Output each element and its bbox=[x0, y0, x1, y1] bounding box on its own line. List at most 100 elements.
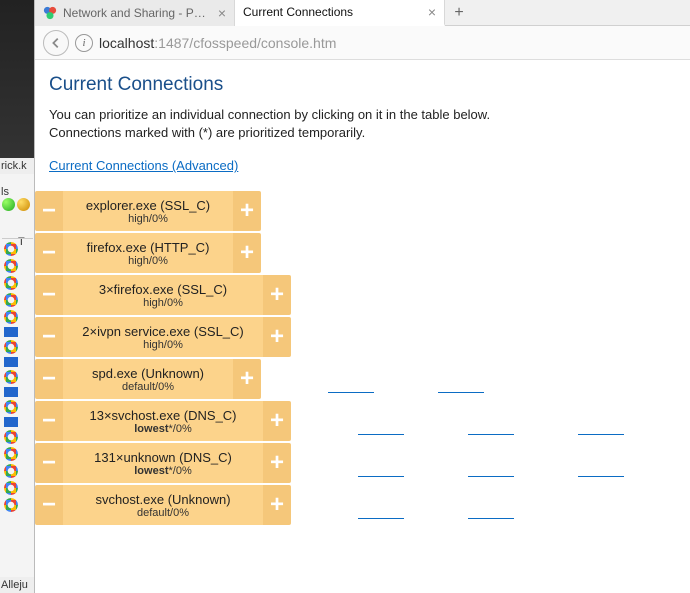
chrome-icon bbox=[4, 464, 18, 478]
increase-priority-button[interactable]: + bbox=[233, 233, 261, 273]
partial-icon bbox=[4, 417, 18, 427]
decrease-priority-button[interactable]: − bbox=[35, 317, 63, 357]
chrome-icon bbox=[4, 259, 18, 273]
arrow-left-icon bbox=[49, 36, 63, 50]
decrease-priority-button[interactable]: − bbox=[35, 401, 63, 441]
partial-text: rick.k bbox=[0, 158, 35, 174]
advanced-link[interactable]: Current Connections (Advanced) bbox=[49, 158, 238, 173]
connection-name: 3×firefox.exe (SSL_C) bbox=[99, 282, 227, 297]
chrome-icon bbox=[4, 498, 18, 512]
chrome-icon bbox=[4, 310, 18, 324]
connection-row: −firefox.exe (HTTP_C)high/0%+ bbox=[35, 233, 678, 273]
partial-icon bbox=[4, 387, 18, 397]
connection-cell[interactable]: svchost.exe (Unknown)default/0% bbox=[63, 485, 263, 525]
connection-cell[interactable]: 131×unknown (DNS_C)lowest*/0% bbox=[63, 443, 263, 483]
page-content: Current Connections You can prioritize a… bbox=[35, 60, 690, 525]
chrome-icon bbox=[4, 370, 18, 384]
connection-cell[interactable]: spd.exe (Unknown)default/0% bbox=[63, 359, 233, 399]
connection-name: 131×unknown (DNS_C) bbox=[94, 450, 232, 465]
tab-title: Current Connections bbox=[243, 5, 422, 19]
address-bar: i localhost:1487/cfosspeed/console.htm bbox=[35, 26, 690, 60]
connection-cell[interactable]: explorer.exe (SSL_C)high/0% bbox=[63, 191, 233, 231]
tab-inactive[interactable]: Network and Sharing - Po… × bbox=[35, 0, 235, 26]
detail-link[interactable] bbox=[351, 485, 411, 525]
tab-title: Network and Sharing - Po… bbox=[63, 6, 212, 20]
connection-meta: high/0% bbox=[143, 339, 183, 351]
decrease-priority-button[interactable]: − bbox=[35, 359, 63, 399]
tab-active[interactable]: Current Connections × bbox=[235, 0, 445, 26]
connection-cell[interactable]: 3×firefox.exe (SSL_C)high/0% bbox=[63, 275, 263, 315]
connection-meta: lowest*/0% bbox=[134, 465, 191, 477]
detail-link[interactable] bbox=[351, 401, 411, 441]
connection-name: 13×svchost.exe (DNS_C) bbox=[89, 408, 236, 423]
favicon-icon bbox=[43, 6, 57, 20]
decrease-priority-button[interactable]: − bbox=[35, 191, 63, 231]
detail-link[interactable] bbox=[461, 401, 521, 441]
decrease-priority-button[interactable]: − bbox=[35, 443, 63, 483]
detail-link[interactable] bbox=[571, 401, 631, 441]
connection-name: svchost.exe (Unknown) bbox=[95, 492, 230, 507]
connection-cell[interactable]: firefox.exe (HTTP_C)high/0% bbox=[63, 233, 233, 273]
chrome-icon bbox=[4, 481, 18, 495]
connection-name: 2×ivpn service.exe (SSL_C) bbox=[82, 324, 244, 339]
partial-icon bbox=[4, 357, 18, 367]
background-partial-window: rick.k ls T Alleju bbox=[0, 0, 35, 593]
detail-link[interactable] bbox=[351, 443, 411, 483]
chrome-icon bbox=[4, 276, 18, 290]
connection-name: spd.exe (Unknown) bbox=[92, 366, 204, 381]
partial-icon bbox=[4, 327, 18, 337]
increase-priority-button[interactable]: + bbox=[233, 191, 261, 231]
info-icon[interactable]: i bbox=[75, 34, 93, 52]
url-rest: :1487/cfosspeed/console.htm bbox=[154, 35, 336, 51]
tab-strip: Network and Sharing - Po… × Current Conn… bbox=[35, 0, 690, 26]
connection-row: −spd.exe (Unknown)default/0%+ bbox=[35, 359, 678, 399]
connection-row: −explorer.exe (SSL_C)high/0%+ bbox=[35, 191, 678, 231]
page-title: Current Connections bbox=[49, 74, 678, 96]
chrome-icon bbox=[4, 242, 18, 256]
connection-meta: default/0% bbox=[122, 381, 174, 393]
partial-icon bbox=[2, 198, 15, 211]
connection-row: −2×ivpn service.exe (SSL_C)high/0%+ bbox=[35, 317, 678, 357]
connections-list: −explorer.exe (SSL_C)high/0%+−firefox.ex… bbox=[35, 191, 678, 525]
connection-meta: high/0% bbox=[128, 255, 168, 267]
chrome-icon bbox=[4, 340, 18, 354]
url-host: localhost bbox=[99, 35, 154, 51]
connection-row: −3×firefox.exe (SSL_C)high/0%+ bbox=[35, 275, 678, 315]
url-field[interactable]: localhost:1487/cfosspeed/console.htm bbox=[99, 35, 336, 51]
decrease-priority-button[interactable]: − bbox=[35, 233, 63, 273]
increase-priority-button[interactable]: + bbox=[233, 359, 261, 399]
browser-window: Network and Sharing - Po… × Current Conn… bbox=[35, 0, 690, 593]
connection-name: firefox.exe (HTTP_C) bbox=[87, 240, 210, 255]
chrome-icon bbox=[4, 400, 18, 414]
decrease-priority-button[interactable]: − bbox=[35, 485, 63, 525]
new-tab-button[interactable]: + bbox=[445, 0, 473, 25]
increase-priority-button[interactable]: + bbox=[263, 317, 291, 357]
detail-link[interactable] bbox=[431, 359, 491, 399]
connection-cell[interactable]: 2×ivpn service.exe (SSL_C)high/0% bbox=[63, 317, 263, 357]
connection-cell[interactable]: 13×svchost.exe (DNS_C)lowest*/0% bbox=[63, 401, 263, 441]
increase-priority-button[interactable]: + bbox=[263, 443, 291, 483]
connection-row: −131×unknown (DNS_C)lowest*/0%+ bbox=[35, 443, 678, 483]
connection-meta: high/0% bbox=[143, 297, 183, 309]
decrease-priority-button[interactable]: − bbox=[35, 275, 63, 315]
chrome-icon bbox=[4, 447, 18, 461]
chrome-icon bbox=[4, 293, 18, 307]
connection-meta: default/0% bbox=[137, 507, 189, 519]
partial-icon bbox=[17, 198, 30, 211]
increase-priority-button[interactable]: + bbox=[263, 485, 291, 525]
detail-link[interactable] bbox=[461, 485, 521, 525]
close-icon[interactable]: × bbox=[428, 5, 436, 19]
increase-priority-button[interactable]: + bbox=[263, 275, 291, 315]
connection-row: −svchost.exe (Unknown)default/0%+ bbox=[35, 485, 678, 525]
connection-name: explorer.exe (SSL_C) bbox=[86, 198, 210, 213]
connection-row: −13×svchost.exe (DNS_C)lowest*/0%+ bbox=[35, 401, 678, 441]
increase-priority-button[interactable]: + bbox=[263, 401, 291, 441]
connection-meta: high/0% bbox=[128, 213, 168, 225]
back-button[interactable] bbox=[43, 30, 69, 56]
close-icon[interactable]: × bbox=[218, 6, 226, 20]
detail-link[interactable] bbox=[571, 443, 631, 483]
detail-link[interactable] bbox=[461, 443, 521, 483]
chrome-icon bbox=[4, 430, 18, 444]
connection-meta: lowest*/0% bbox=[134, 423, 191, 435]
detail-link[interactable] bbox=[321, 359, 381, 399]
